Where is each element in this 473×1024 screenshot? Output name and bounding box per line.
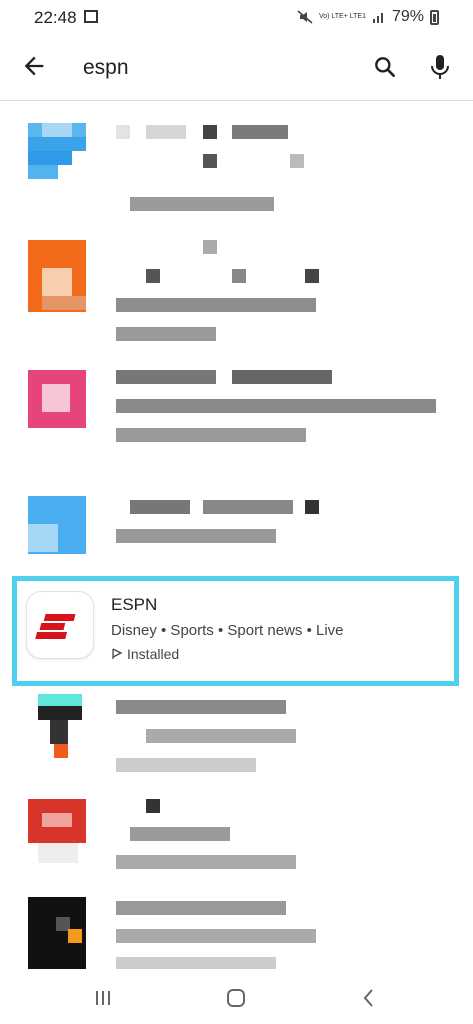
espn-app-icon[interactable] (27, 592, 93, 658)
installed-flag-icon (112, 648, 123, 659)
mute-icon (297, 10, 313, 24)
status-right: Vo) LTE+ LTE1 79% (297, 8, 439, 26)
list-item[interactable] (0, 360, 473, 470)
espn-logo-icon (35, 614, 76, 639)
app-meta: Disney • Sports • Sport news • Live (111, 622, 344, 639)
app-icon-blurred (28, 123, 86, 195)
app-icon-blurred (28, 694, 86, 766)
app-icon-blurred (28, 799, 86, 871)
recents-icon[interactable] (92, 987, 114, 1009)
list-item[interactable] (0, 795, 473, 885)
app-icon-blurred (28, 897, 86, 969)
list-item[interactable] (0, 690, 473, 790)
battery-icon (430, 9, 439, 25)
search-bar: espn (0, 36, 473, 101)
network-indicator: Vo) LTE+ LTE1 (318, 13, 366, 20)
search-input[interactable]: espn (83, 56, 129, 80)
installed-label: Installed (127, 646, 180, 662)
app-icon-blurred (28, 240, 86, 312)
status-bar: 22:48 Vo) LTE+ LTE1 79% (0, 0, 473, 36)
app-icon-blurred (28, 370, 86, 442)
status-time: 22:48 (34, 8, 77, 27)
installed-status: Installed (111, 646, 179, 662)
list-item[interactable] (0, 490, 473, 570)
app-title[interactable]: ESPN (111, 595, 157, 615)
signal-icon (372, 13, 383, 23)
list-item[interactable] (0, 230, 473, 350)
list-item[interactable] (0, 895, 473, 975)
microphone-icon[interactable] (428, 52, 452, 82)
battery-percent: 79% (391, 8, 424, 25)
gallery-notification-icon (84, 10, 98, 23)
list-item[interactable] (0, 115, 473, 225)
chevron-left-icon[interactable] (358, 987, 380, 1009)
app-icon-blurred (28, 496, 86, 568)
home-icon[interactable] (225, 987, 247, 1009)
navigation-bar (0, 975, 473, 1024)
search-icon[interactable] (372, 54, 398, 80)
arrow-left-icon[interactable] (20, 52, 48, 80)
